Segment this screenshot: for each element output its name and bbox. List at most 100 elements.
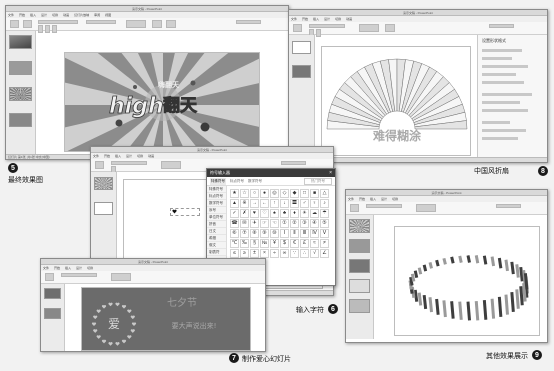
panel-option[interactable] [482, 73, 516, 76]
tab-insert[interactable]: 插入 [115, 154, 121, 158]
slide-canvas[interactable]: 爱 七夕节 要大声说出来! [81, 287, 251, 351]
tab-transitions[interactable]: 切换 [87, 266, 93, 270]
symbol-cell[interactable]: Ⅳ [310, 229, 319, 238]
slide-thumbnail[interactable] [349, 239, 370, 253]
slide-thumbnail[interactable] [349, 279, 370, 293]
find-icon[interactable] [496, 204, 521, 208]
shapes-icon[interactable] [126, 20, 146, 28]
symbol-cell[interactable]: ② [290, 219, 299, 228]
slide-thumbnail[interactable] [94, 177, 113, 190]
tab-file[interactable]: 文件 [291, 17, 297, 21]
symbol-cell[interactable]: ☆ [240, 189, 249, 198]
symbol-cell[interactable]: ∵ [290, 249, 299, 258]
tab-animations[interactable]: 动画 [346, 17, 352, 21]
symbol-category-item[interactable]: 日文 [207, 228, 226, 235]
symbol-cell[interactable]: ✈ [250, 219, 259, 228]
symbol-cell[interactable]: € [290, 239, 299, 248]
symbol-cell[interactable]: ① [280, 219, 289, 228]
tab-animations[interactable]: 动画 [63, 13, 69, 17]
symbol-cell[interactable]: ↑ [270, 199, 279, 208]
panel-option[interactable] [482, 121, 510, 124]
font-box-icon[interactable] [111, 161, 147, 165]
symbol-cell[interactable]: ∠ [320, 249, 329, 258]
symbol-cell[interactable]: ℃ [230, 239, 239, 248]
paste-icon[interactable] [95, 161, 104, 169]
font-box-icon[interactable] [38, 20, 78, 24]
symbol-cell[interactable]: ♦ [290, 209, 299, 218]
symbol-cell[interactable]: ∴ [300, 249, 309, 258]
symbol-cell[interactable]: ≠ [320, 239, 329, 248]
tab-file[interactable]: 文件 [93, 154, 99, 158]
tab-design[interactable]: 设计 [76, 266, 82, 270]
underline-icon[interactable] [52, 25, 57, 33]
symbol-cell[interactable]: ☀ [300, 209, 309, 218]
tab-home[interactable]: 开始 [54, 266, 60, 270]
symbol-cell[interactable]: ♂ [300, 199, 309, 208]
symbol-cell[interactable]: ⑩ [270, 229, 279, 238]
symbol-cell[interactable]: § [250, 239, 259, 248]
tab-design[interactable]: 设计 [126, 154, 132, 158]
symbol-cell[interactable]: ♣ [280, 209, 289, 218]
symbol-cell[interactable]: ☁ [310, 209, 319, 218]
symbol-cell[interactable]: £ [300, 239, 309, 248]
tab-insert[interactable]: 插入 [313, 17, 319, 21]
tab-home[interactable]: 开始 [359, 197, 365, 201]
symbol-category-item[interactable]: 数学符号 [207, 200, 226, 207]
symbol-cell[interactable]: ☂ [320, 209, 329, 218]
slide-thumbnail[interactable] [9, 113, 32, 127]
symbol-category-item[interactable]: 制表符 [207, 249, 226, 256]
close-icon[interactable]: × [329, 170, 332, 176]
symbol-cell[interactable]: ■ [310, 189, 319, 198]
tab-view[interactable]: 视图 [105, 13, 111, 17]
arrange-icon[interactable] [152, 20, 162, 28]
shapes-icon[interactable] [111, 273, 131, 281]
dialog-tab[interactable]: 特殊符号 [210, 177, 226, 185]
tab-insert[interactable]: 插入 [370, 197, 376, 201]
symbol-cell[interactable]: ♀ [310, 199, 319, 208]
slide-canvas[interactable]: 嗨翻天 high 翻天 [64, 52, 260, 152]
shapes-icon[interactable] [359, 24, 379, 32]
symbol-cell[interactable]: № [260, 239, 269, 248]
symbol-cell[interactable]: ☜ [270, 219, 279, 228]
tab-transitions[interactable]: 切换 [137, 154, 143, 158]
quick-styles-icon[interactable] [166, 20, 176, 28]
find-icon[interactable] [489, 24, 514, 28]
slide-thumbnail[interactable] [9, 35, 32, 49]
tab-insert[interactable]: 插入 [30, 13, 36, 17]
symbol-category-item[interactable]: 拼音 [207, 221, 226, 228]
slide-thumbnail[interactable] [349, 299, 370, 313]
dialog-search[interactable]: 热门符号 [304, 177, 332, 185]
symbol-category-item[interactable]: 单位符号 [207, 214, 226, 221]
font-box-icon[interactable] [309, 24, 345, 28]
tab-design[interactable]: 设计 [41, 13, 47, 17]
shapes-icon[interactable] [416, 204, 436, 212]
slide-thumbnail[interactable] [44, 288, 61, 299]
symbol-cell[interactable]: ※ [240, 199, 249, 208]
tab-transitions[interactable]: 切换 [335, 17, 341, 21]
symbol-cell[interactable]: ◆ [290, 189, 299, 198]
symbol-cell[interactable]: ⑧ [250, 229, 259, 238]
symbol-category-item[interactable]: 标点符号 [207, 193, 226, 200]
format-shape-panel[interactable]: 设置形状格式 [477, 35, 547, 159]
italic-icon[interactable] [316, 29, 321, 37]
symbol-cell[interactable]: ④ [310, 219, 319, 228]
tab-transitions[interactable]: 切换 [52, 13, 58, 17]
symbol-cell[interactable]: √ [310, 249, 319, 258]
symbol-cell[interactable]: → [250, 199, 259, 208]
panel-option[interactable] [482, 93, 532, 96]
symbol-cell[interactable]: △ [320, 189, 329, 198]
shapes-icon[interactable] [161, 161, 181, 169]
symbol-cell[interactable]: ✗ [240, 209, 249, 218]
symbol-category-item[interactable]: 俄文 [207, 242, 226, 249]
tab-design[interactable]: 设计 [324, 17, 330, 21]
symbol-cell[interactable]: Ⅲ [300, 229, 309, 238]
panel-option[interactable] [482, 101, 520, 104]
panel-option[interactable] [482, 49, 522, 52]
symbol-cell[interactable]: ⑥ [230, 229, 239, 238]
tab-file[interactable]: 文件 [8, 13, 14, 17]
symbol-cell[interactable]: ● [260, 189, 269, 198]
panel-option[interactable] [482, 81, 524, 84]
symbol-cell[interactable]: ≥ [240, 249, 249, 258]
symbol-cell[interactable]: ✉ [240, 219, 249, 228]
symbol-cell[interactable]: ○ [250, 189, 259, 198]
